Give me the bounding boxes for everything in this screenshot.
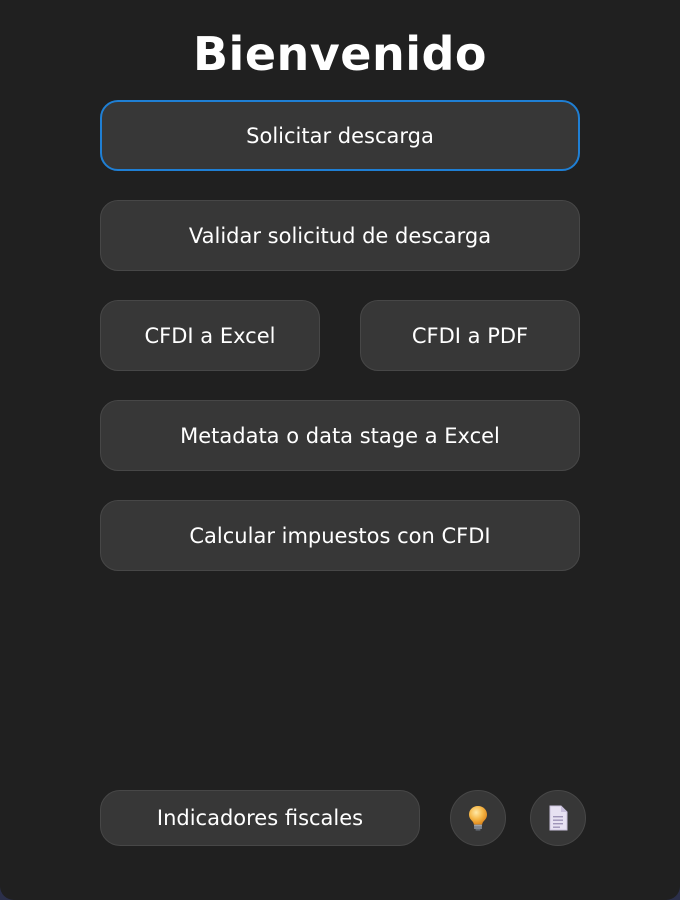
metadata-excel-button[interactable]: Metadata o data stage a Excel (100, 400, 580, 471)
page-title: Bienvenido (192, 27, 487, 81)
metadata-excel-label: Metadata o data stage a Excel (180, 423, 500, 448)
main-window: Bienvenido Solicitar descarga Validar so… (0, 0, 680, 900)
document-button[interactable] (530, 790, 586, 846)
solicitar-descarga-label: Solicitar descarga (246, 123, 434, 148)
validar-solicitud-button[interactable]: Validar solicitud de descarga (100, 200, 580, 271)
indicadores-fiscales-label: Indicadores fiscales (156, 806, 364, 830)
cfdi-pdf-label: CFDI a PDF (411, 323, 529, 348)
cfdi-excel-label: CFDI a Excel (144, 323, 276, 348)
tips-button[interactable] (450, 790, 506, 846)
document-icon (548, 805, 568, 831)
cfdi-excel-button[interactable]: CFDI a Excel (100, 300, 320, 371)
lightbulb-icon (467, 805, 489, 831)
calcular-impuestos-label: Calcular impuestos con CFDI (189, 523, 491, 548)
indicadores-fiscales-button[interactable]: Indicadores fiscales (100, 790, 420, 846)
validar-solicitud-label: Validar solicitud de descarga (188, 223, 492, 248)
cfdi-pdf-button[interactable]: CFDI a PDF (360, 300, 580, 371)
calcular-impuestos-button[interactable]: Calcular impuestos con CFDI (100, 500, 580, 571)
solicitar-descarga-button[interactable]: Solicitar descarga (100, 100, 580, 171)
